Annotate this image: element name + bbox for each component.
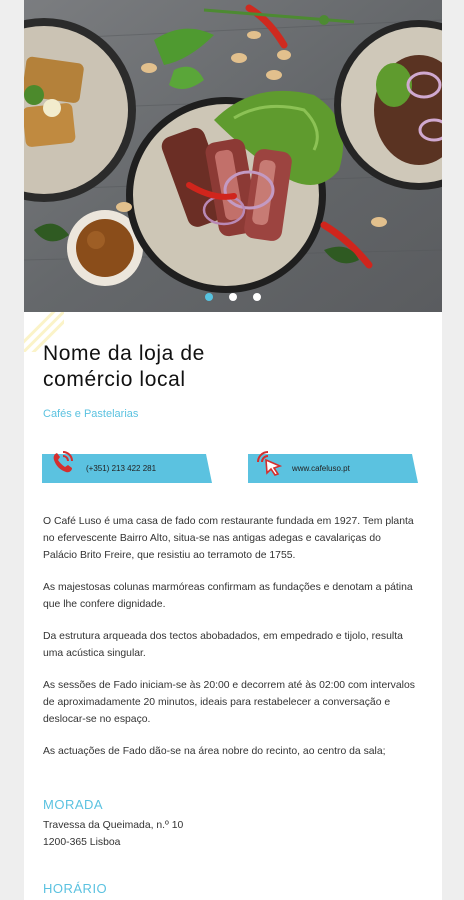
description-paragraph: As majestosas colunas marmóreas confirma… bbox=[43, 582, 413, 610]
description-paragraph: As actuações de Fado dão-se na área nobr… bbox=[43, 746, 386, 757]
click-cursor-icon bbox=[254, 448, 283, 476]
hours-heading: HORÁRIO bbox=[43, 881, 108, 896]
store-title-line1: Nome da loja de bbox=[43, 342, 205, 365]
carousel-dot-2[interactable] bbox=[229, 293, 237, 301]
hero-carousel[interactable] bbox=[24, 0, 442, 312]
website-url: www.cafeluso.pt bbox=[292, 464, 350, 473]
phone-icon bbox=[48, 448, 76, 476]
store-description: O Café Luso é uma casa de fado com resta… bbox=[43, 513, 415, 775]
carousel-indicators bbox=[24, 288, 442, 306]
address-line1: Travessa da Queimada, n.º 10 bbox=[43, 820, 184, 831]
carousel-dot-1[interactable] bbox=[205, 293, 213, 301]
store-category[interactable]: Cafés e Pastelarias bbox=[43, 408, 138, 420]
description-paragraph: Da estrutura arqueada dos tectos abobada… bbox=[43, 631, 403, 659]
address-heading: MORADA bbox=[43, 797, 104, 812]
phone-number: (+351) 213 422 281 bbox=[86, 464, 157, 473]
phone-button[interactable]: (+351) 213 422 281 bbox=[42, 450, 212, 483]
website-button[interactable]: www.cafeluso.pt bbox=[248, 450, 418, 483]
carousel-dot-3[interactable] bbox=[253, 293, 261, 301]
description-paragraph: O Café Luso é uma casa de fado com resta… bbox=[43, 516, 414, 561]
food-photo bbox=[24, 0, 442, 312]
store-title-line2: comércio local bbox=[43, 368, 186, 391]
address-block: Travessa da Queimada, n.º 10 1200-365 Li… bbox=[43, 817, 183, 851]
address-line2: 1200-365 Lisboa bbox=[43, 837, 121, 848]
store-card: Nome da loja de comércio local Cafés e P… bbox=[24, 0, 442, 900]
store-title: Nome da loja de comércio local bbox=[43, 341, 343, 393]
description-paragraph: As sessões de Fado iniciam-se às 20:00 e… bbox=[43, 680, 415, 725]
